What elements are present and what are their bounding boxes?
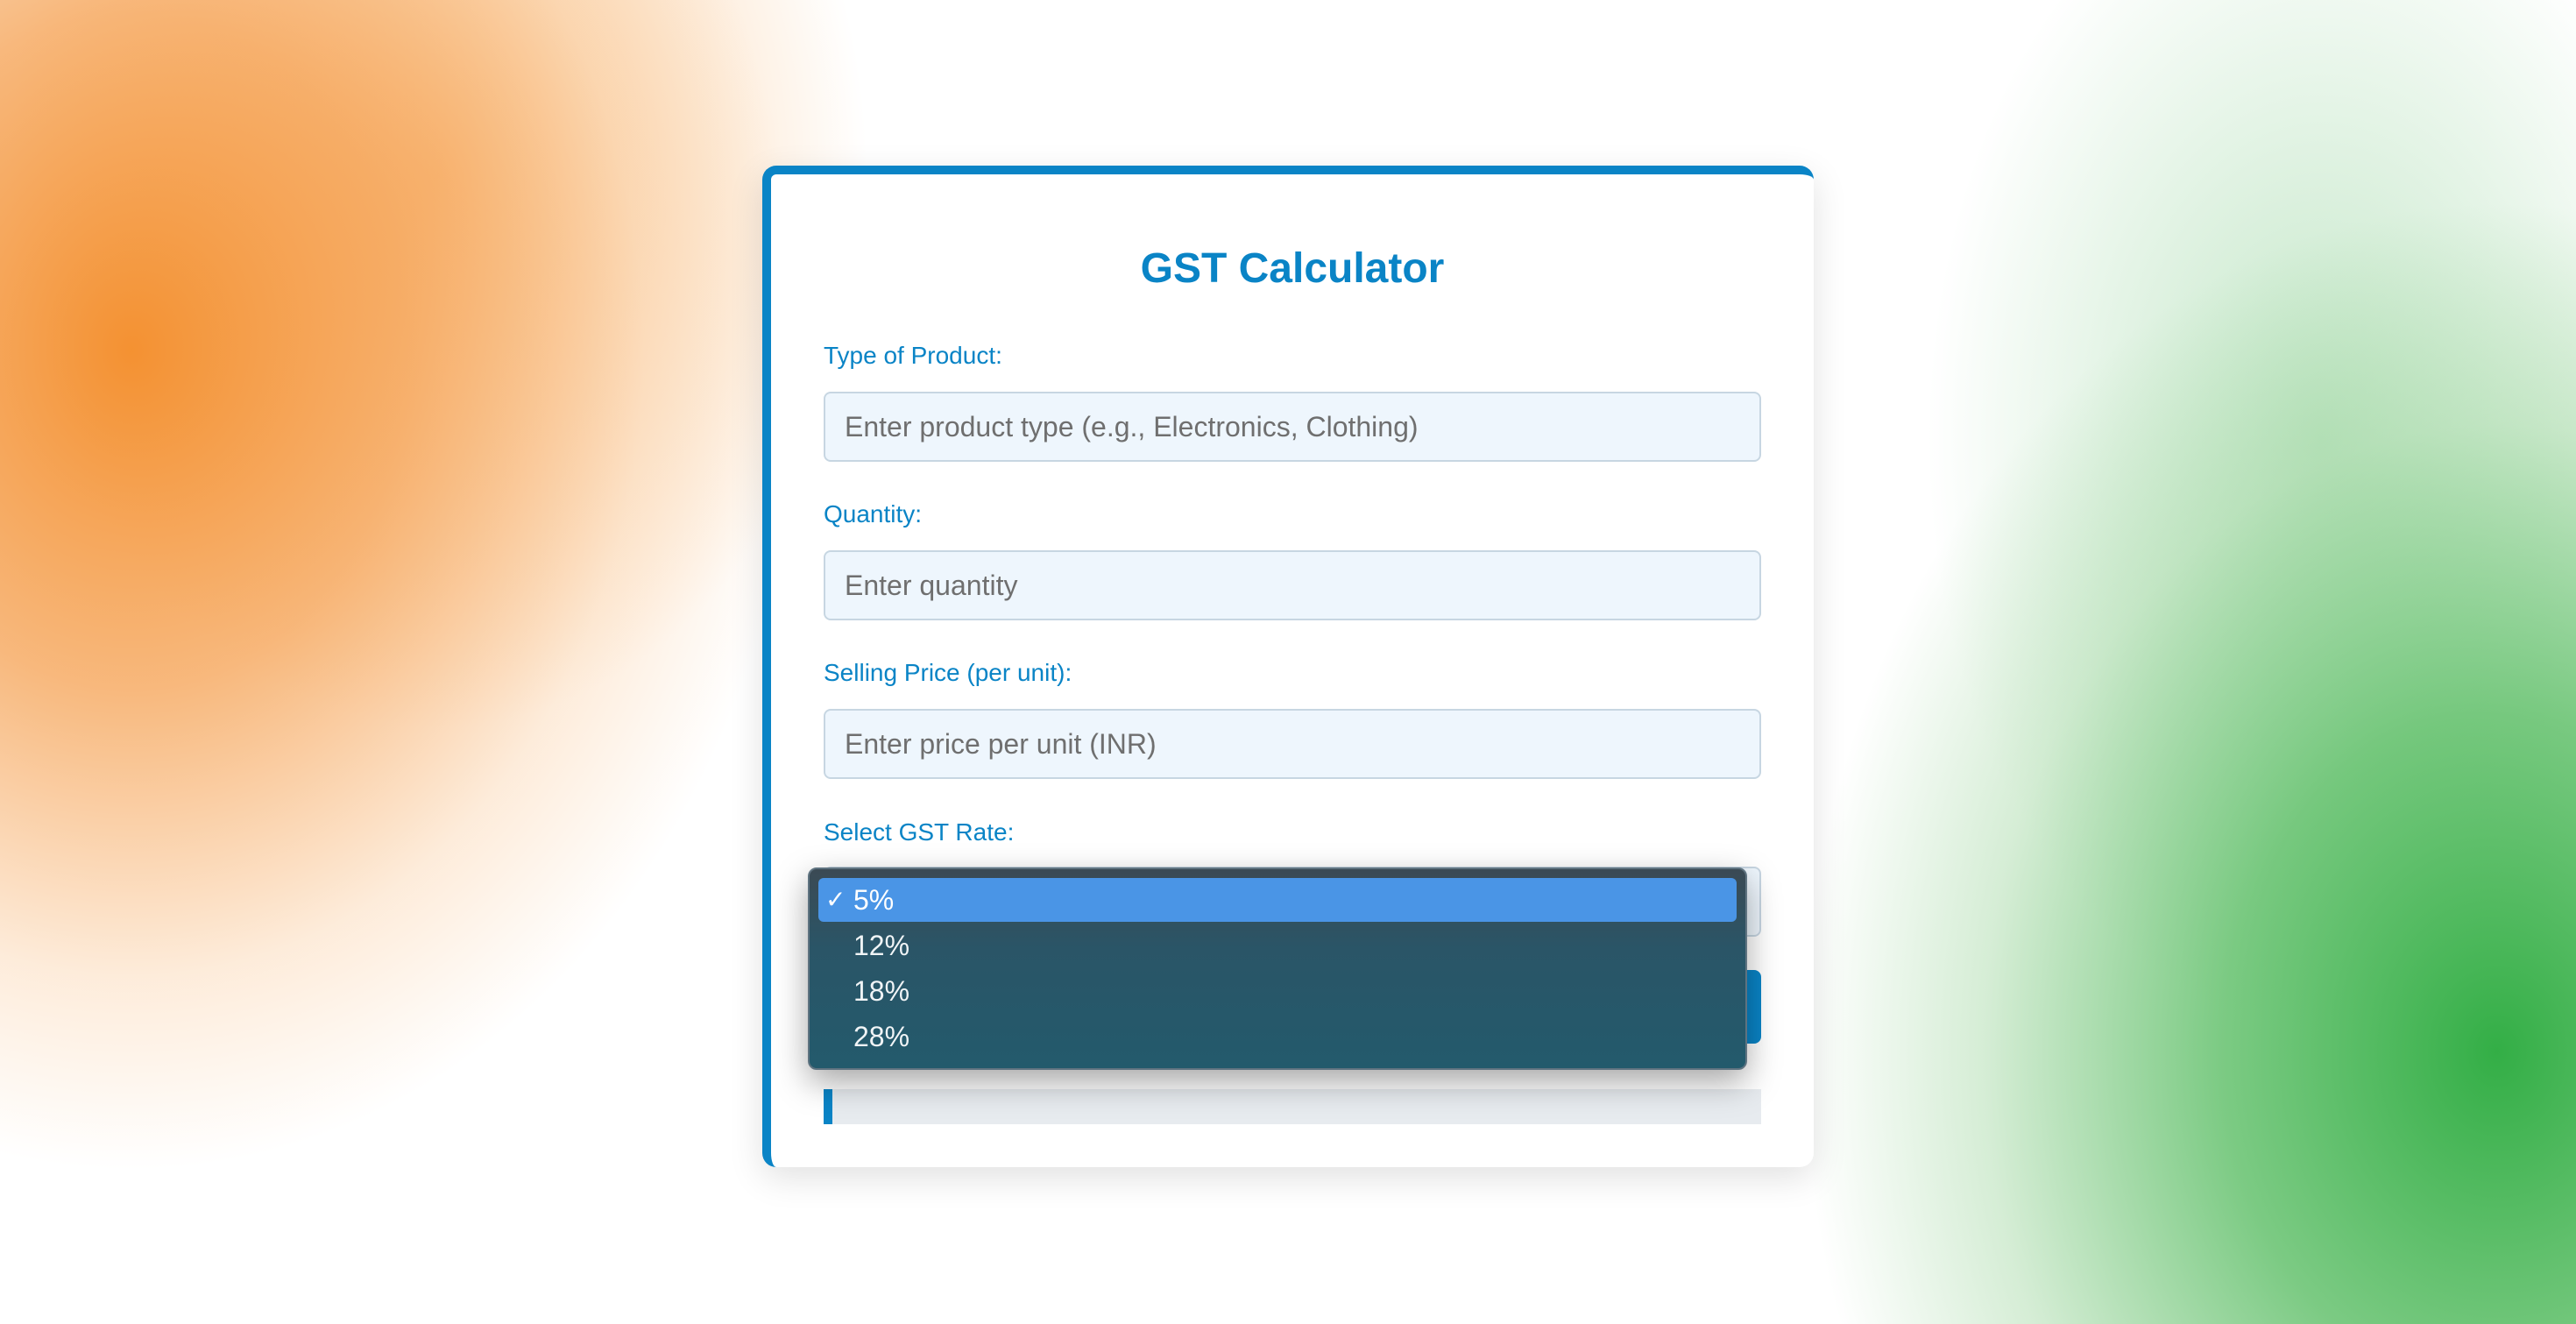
gst-rate-option-28[interactable]: 28% bbox=[818, 1015, 1737, 1058]
quantity-label: Quantity: bbox=[824, 500, 923, 527]
option-label: 5% bbox=[853, 884, 895, 916]
product-type-input[interactable] bbox=[824, 392, 1761, 462]
gst-rate-dropdown-menu: ✓ 5% 12% 18% 28% bbox=[808, 867, 1747, 1070]
option-label: 18% bbox=[853, 975, 910, 1007]
option-label: 12% bbox=[853, 930, 910, 961]
gst-rate-option-5[interactable]: ✓ 5% bbox=[818, 878, 1737, 922]
product-type-label: Type of Product: bbox=[824, 342, 1002, 369]
gst-rate-label: Select GST Rate: bbox=[824, 818, 1015, 846]
quantity-input[interactable] bbox=[824, 550, 1761, 620]
selling-price-input[interactable] bbox=[824, 709, 1761, 779]
checkmark-icon: ✓ bbox=[825, 886, 846, 913]
gst-rate-option-12[interactable]: 12% bbox=[818, 924, 1737, 967]
page-title: GST Calculator bbox=[1140, 245, 1445, 292]
option-label: 28% bbox=[853, 1021, 910, 1052]
result-box bbox=[824, 1089, 1761, 1124]
selling-price-label: Selling Price (per unit): bbox=[824, 659, 1072, 686]
gst-rate-option-18[interactable]: 18% bbox=[818, 969, 1737, 1013]
